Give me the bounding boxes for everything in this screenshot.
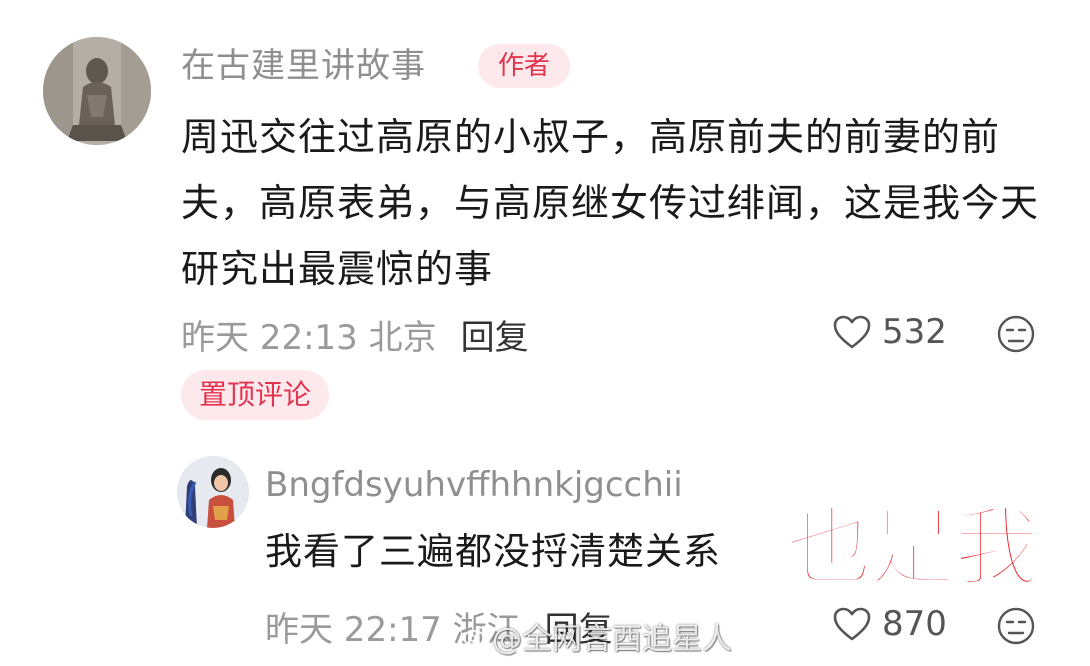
author-badge: 作者	[478, 44, 570, 88]
comment-text: 周迅交往过高原的小叔子，高原前夫的前妻的前夫，高原表弟，与高原继女传过绯闻，这是…	[181, 115, 1040, 291]
heart-outline-icon	[833, 607, 871, 641]
overlay-caption: 也是我	[785, 498, 1042, 598]
watermark-text: @全网言酉追星人	[492, 622, 732, 657]
heart-outline-icon	[833, 315, 871, 349]
reply-like-count: 870	[882, 604, 947, 644]
weibo-icon	[463, 626, 486, 646]
comment-meta: 昨天 22:13 北京 回复	[181, 310, 529, 358]
author-name[interactable]: 在古建里讲故事	[181, 44, 426, 88]
reply-like-button[interactable]: 870	[832, 604, 947, 644]
like-button[interactable]: 532	[832, 312, 947, 352]
statue-avatar-image	[43, 37, 151, 145]
neutral-face-icon[interactable]	[996, 314, 1036, 354]
illustrated-avatar-image	[177, 456, 249, 528]
pinned-comment-badge: 置顶评论	[181, 370, 329, 420]
comment-time-location: 昨天 22:13 北京	[181, 317, 437, 358]
neutral-face-icon[interactable]	[996, 606, 1036, 646]
reply-author-name[interactable]: Bngfdsyuhvffhhnkjgcchii	[265, 462, 683, 508]
reply-text: 我看了三遍都没捋清楚关系	[265, 530, 721, 573]
comment-thread: 在古建里讲故事 作者 周迅交往过高原的小叔子，高原前夫的前妻的前夫，高原表弟，与…	[0, 0, 1090, 666]
watermark: @全网言酉追星人	[462, 614, 732, 658]
reply-author-avatar[interactable]	[177, 456, 249, 528]
reply-button[interactable]: 回复	[461, 310, 529, 359]
author-avatar[interactable]	[43, 37, 151, 145]
like-count: 532	[882, 312, 947, 352]
